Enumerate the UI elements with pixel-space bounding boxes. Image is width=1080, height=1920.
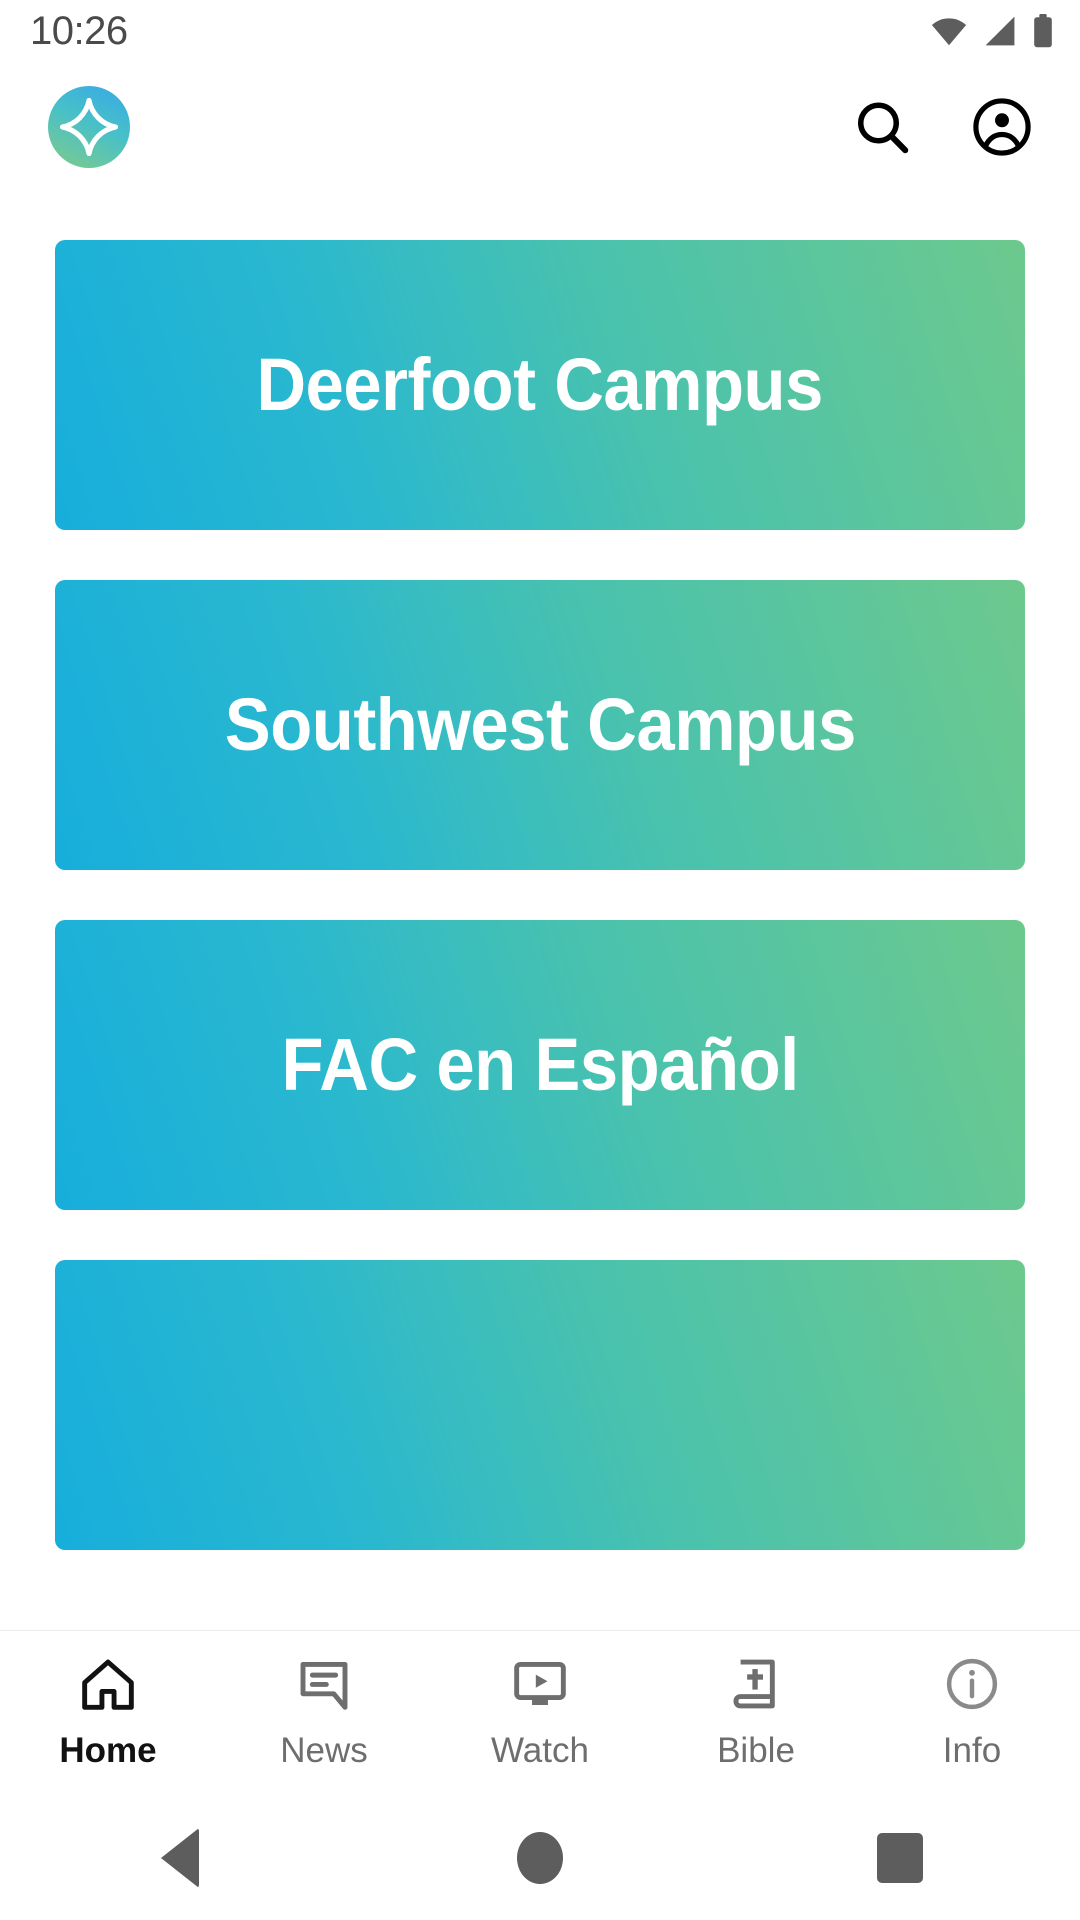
campus-card-scroll-area[interactable]: Deerfoot Campus Southwest Campus FAC en …: [0, 192, 1080, 1630]
nav-item-label: Info: [942, 1731, 1002, 1770]
campus-card-partial[interactable]: [55, 1260, 1025, 1550]
campus-card-label: FAC en Español: [281, 1023, 799, 1106]
nav-item-label: Bible: [717, 1731, 795, 1770]
search-icon[interactable]: [846, 91, 918, 163]
account-circle-icon[interactable]: [966, 91, 1038, 163]
nav-item-info[interactable]: Info: [864, 1653, 1080, 1771]
android-back-button[interactable]: [105, 1795, 255, 1920]
header-actions: [846, 91, 1038, 163]
app-logo-sparkle[interactable]: [48, 86, 130, 168]
bottom-navigation-bar: Home News Watch Bible Info: [0, 1630, 1080, 1795]
nav-item-label: Home: [59, 1731, 157, 1770]
campus-card-label: Deerfoot Campus: [256, 343, 824, 426]
campus-card-fac-en-espanol[interactable]: FAC en Español: [55, 920, 1025, 1210]
info-circle-icon: [944, 1653, 1000, 1715]
recents-square-icon: [877, 1832, 923, 1883]
nav-item-bible[interactable]: Bible: [648, 1653, 864, 1771]
news-chat-icon: [296, 1653, 352, 1715]
app-screen: 10:26 Deerfoot Campus Southwest Campus F…: [0, 0, 1080, 1920]
nav-item-news[interactable]: News: [216, 1653, 432, 1771]
bible-book-cross-icon: [728, 1653, 784, 1715]
cellular-signal-icon: [982, 15, 1018, 47]
android-system-navigation: [0, 1795, 1080, 1920]
nav-item-watch[interactable]: Watch: [432, 1653, 648, 1771]
campus-card-label: Southwest Campus: [224, 683, 856, 766]
battery-icon: [1032, 14, 1054, 48]
campus-card-deerfoot[interactable]: Deerfoot Campus: [55, 240, 1025, 530]
home-icon: [80, 1653, 136, 1715]
nav-item-label: News: [280, 1731, 368, 1770]
home-circle-icon: [517, 1831, 563, 1884]
status-bar-icons: [930, 14, 1054, 48]
android-home-button[interactable]: [465, 1795, 615, 1920]
campus-card-list: Deerfoot Campus Southwest Campus FAC en …: [55, 192, 1025, 1550]
nav-item-home[interactable]: Home: [0, 1653, 216, 1771]
android-recents-button[interactable]: [825, 1795, 975, 1920]
watch-tv-play-icon: [512, 1653, 568, 1715]
campus-card-southwest[interactable]: Southwest Campus: [55, 580, 1025, 870]
status-bar-clock: 10:26: [30, 8, 128, 53]
back-triangle-icon: [161, 1827, 199, 1888]
wifi-icon: [930, 15, 968, 47]
app-header: [0, 62, 1080, 192]
nav-item-label: Watch: [491, 1731, 589, 1770]
status-bar: 10:26: [0, 0, 1080, 62]
